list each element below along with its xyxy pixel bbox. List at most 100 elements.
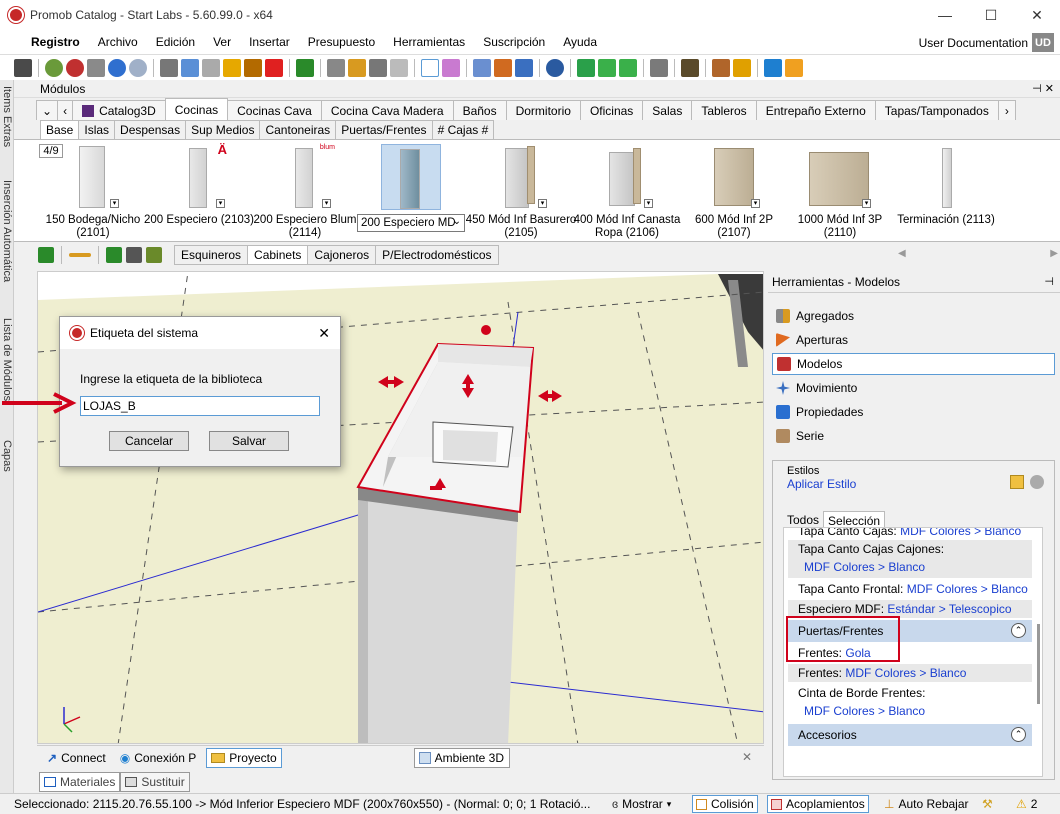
subtab-cajas[interactable]: # Cajas # (431, 120, 495, 139)
library-label-input[interactable] (80, 396, 320, 416)
new-style-icon[interactable] (1010, 475, 1024, 489)
window-icon[interactable] (650, 58, 668, 77)
chat-icon[interactable] (764, 58, 782, 77)
menu-edicion[interactable]: Edición (147, 35, 204, 49)
module-item-400-canasta-ropa[interactable]: ▾ 400 Mód Inf Canasta Ropa (2106) (573, 144, 681, 240)
prop-tapa-canto-cajas-cajones[interactable]: Tapa Canto Cajas Cajones: MDF Colores > B… (788, 540, 1032, 578)
acoplamientos-toggle[interactable]: Acoplamientos (767, 795, 869, 813)
apply-style-link[interactable]: Aplicar Estilo (787, 477, 856, 491)
tab-cocinas-cava[interactable]: Cocinas Cava (227, 100, 322, 120)
module-checkbox[interactable]: ▾ (862, 199, 871, 208)
stairs-icon[interactable] (348, 58, 366, 77)
line-style-icon[interactable] (69, 253, 91, 257)
group-accesorios[interactable]: Accesorios ⌃ (788, 724, 1032, 746)
tool-movimiento[interactable]: Movimiento (772, 377, 1055, 399)
maximize-button[interactable]: ☐ (968, 0, 1014, 30)
tab-cajoneros[interactable]: Cajoneros (307, 245, 377, 265)
menu-registro[interactable]: Registro (22, 35, 89, 49)
cut-render-icon[interactable] (45, 58, 63, 77)
module-checkbox[interactable]: ▾ (110, 199, 119, 208)
menu-presupuesto[interactable]: Presupuesto (299, 35, 384, 49)
module-item-150-bodega[interactable]: ▾ 150 Bodega/Nicho (2101) (39, 144, 147, 240)
cabinet-front[interactable] (358, 487, 518, 744)
scroll-left-icon[interactable]: ◀ (898, 248, 906, 259)
eye-icon[interactable] (546, 58, 564, 77)
tab-conexion-p[interactable]: ◉ Conexión P (116, 748, 201, 768)
module-checkbox[interactable]: ▾ (322, 199, 331, 208)
module-checkbox[interactable]: ▾ (216, 199, 225, 208)
budget-icon[interactable] (296, 58, 314, 77)
module-checkbox[interactable]: ▾ (538, 199, 547, 208)
undo-icon[interactable] (108, 58, 126, 77)
colision-toggle[interactable]: Colisión (692, 795, 758, 813)
user-documentation-link[interactable]: User Documentation (919, 36, 1028, 50)
module-item-200-especiero-mdf[interactable]: 200 Especiero MD ⌄ (357, 144, 465, 240)
module-item-450-basurero[interactable]: ▾ 450 Mód Inf Basurero (2105) (466, 144, 576, 240)
tool-agregados[interactable]: Agregados (772, 305, 1055, 327)
tab-connect[interactable]: ↗ Connect (43, 748, 110, 768)
tabs-scroll-left-button[interactable]: ‹ (57, 100, 74, 120)
module-item-200-especiero[interactable]: Ä ▾ 200 Especiero (2103) (144, 142, 254, 240)
person-icon[interactable] (785, 58, 803, 77)
tools-icon[interactable]: ⚒ (982, 795, 993, 813)
menu-suscripcion[interactable]: Suscripción (474, 35, 554, 49)
module-item-1000-inf-3p[interactable]: ▾ 1000 Mód Inf 3P (2110) (786, 144, 894, 240)
save-button[interactable]: Salvar (209, 431, 289, 451)
subtab-despensas[interactable]: Despensas (114, 120, 187, 139)
collapse-icon[interactable]: ⌃ (1011, 623, 1026, 638)
menu-ver[interactable]: Ver (204, 35, 240, 49)
tabs-scroll-right-button[interactable]: › (997, 100, 1016, 120)
gear-icon[interactable] (1030, 475, 1044, 489)
cut-icon[interactable] (160, 58, 178, 77)
tool-modelos[interactable]: Modelos (772, 353, 1055, 375)
prop-frentes-mdf[interactable]: Frentes: MDF Colores > Blanco (788, 664, 1032, 682)
arrow-right-icon[interactable] (619, 58, 637, 77)
prop-value[interactable]: Estándar > Telescopico (887, 602, 1011, 616)
hammer-icon[interactable] (244, 58, 262, 77)
tree-icon[interactable] (38, 247, 54, 263)
prop-tapa-canto-cajas[interactable]: Tapa Canto Cajas: MDF Colores > Blanco (788, 528, 1032, 540)
move-handle-icon[interactable] (481, 325, 491, 335)
prop-value[interactable]: MDF Colores > Blanco (900, 528, 1021, 538)
prop-value[interactable]: MDF Colores > Blanco (798, 702, 1032, 720)
warnings-indicator[interactable]: ⚠ 2 (1016, 795, 1037, 813)
prop-value[interactable]: MDF Colores > Blanco (798, 558, 1032, 576)
cancel-button[interactable]: Cancelar (109, 431, 189, 451)
layers-icon[interactable] (473, 58, 491, 77)
mostrar-button[interactable]: ɞ Mostrar ▾ (612, 795, 671, 813)
tab-lista-modulos[interactable]: Lista de Módulos (1, 318, 13, 438)
minimize-button[interactable]: — (922, 0, 968, 30)
tab-capas[interactable]: Capas (1, 440, 13, 500)
shape-icon[interactable] (369, 58, 387, 77)
prop-cinta-borde-frentes[interactable]: Cinta de Borde Frentes: MDF Colores > Bla… (788, 684, 1032, 720)
tab-items-extras[interactable]: Items Extras (1, 86, 13, 186)
menu-ayuda[interactable]: Ayuda (554, 35, 606, 49)
light-icon[interactable] (733, 58, 751, 77)
catalog-icon[interactable] (146, 247, 162, 263)
prop-tapa-canto-frontal[interactable]: Tapa Canto Frontal: MDF Colores > Blanco (788, 580, 1032, 598)
import-icon[interactable] (106, 247, 122, 263)
module-checkbox[interactable]: ▾ (644, 199, 653, 208)
tool-serie[interactable]: Serie (772, 425, 1055, 447)
wall-icon[interactable] (494, 58, 512, 77)
subtab-islas[interactable]: Islas (78, 120, 116, 139)
module-item-600-inf-2p[interactable]: ▾ 600 Mód Inf 2P (2107) (680, 144, 788, 240)
copy-icon[interactable] (181, 58, 199, 77)
paste-icon[interactable] (202, 58, 220, 77)
tool-aperturas[interactable]: Aperturas (772, 329, 1055, 351)
tab-oficinas[interactable]: Oficinas (579, 100, 644, 120)
layout-icon[interactable] (327, 58, 345, 77)
tabs-dropdown-button[interactable]: ⌄ (36, 100, 59, 120)
tab-insercion-automatica[interactable]: Inserción Automática (1, 180, 13, 320)
grid-icon[interactable] (390, 58, 408, 77)
module-checkbox[interactable]: ▾ (751, 199, 760, 208)
tab-tapas-tamponados[interactable]: Tapas/Tamponados (874, 100, 999, 120)
tab-electrodomesticos[interactable]: P/Electrodomésticos (375, 245, 499, 265)
tab-dormitorio[interactable]: Dormitorio (505, 100, 581, 120)
select-pointer-icon[interactable] (421, 58, 439, 77)
tab-ambiente-3d[interactable]: Ambiente 3D (413, 747, 510, 768)
properties-scrollbar[interactable] (1037, 624, 1040, 704)
tab-sustituir[interactable]: Sustituir (120, 772, 190, 792)
menu-archivo[interactable]: Archivo (89, 35, 147, 49)
tab-esquineros[interactable]: Esquineros (174, 245, 249, 265)
